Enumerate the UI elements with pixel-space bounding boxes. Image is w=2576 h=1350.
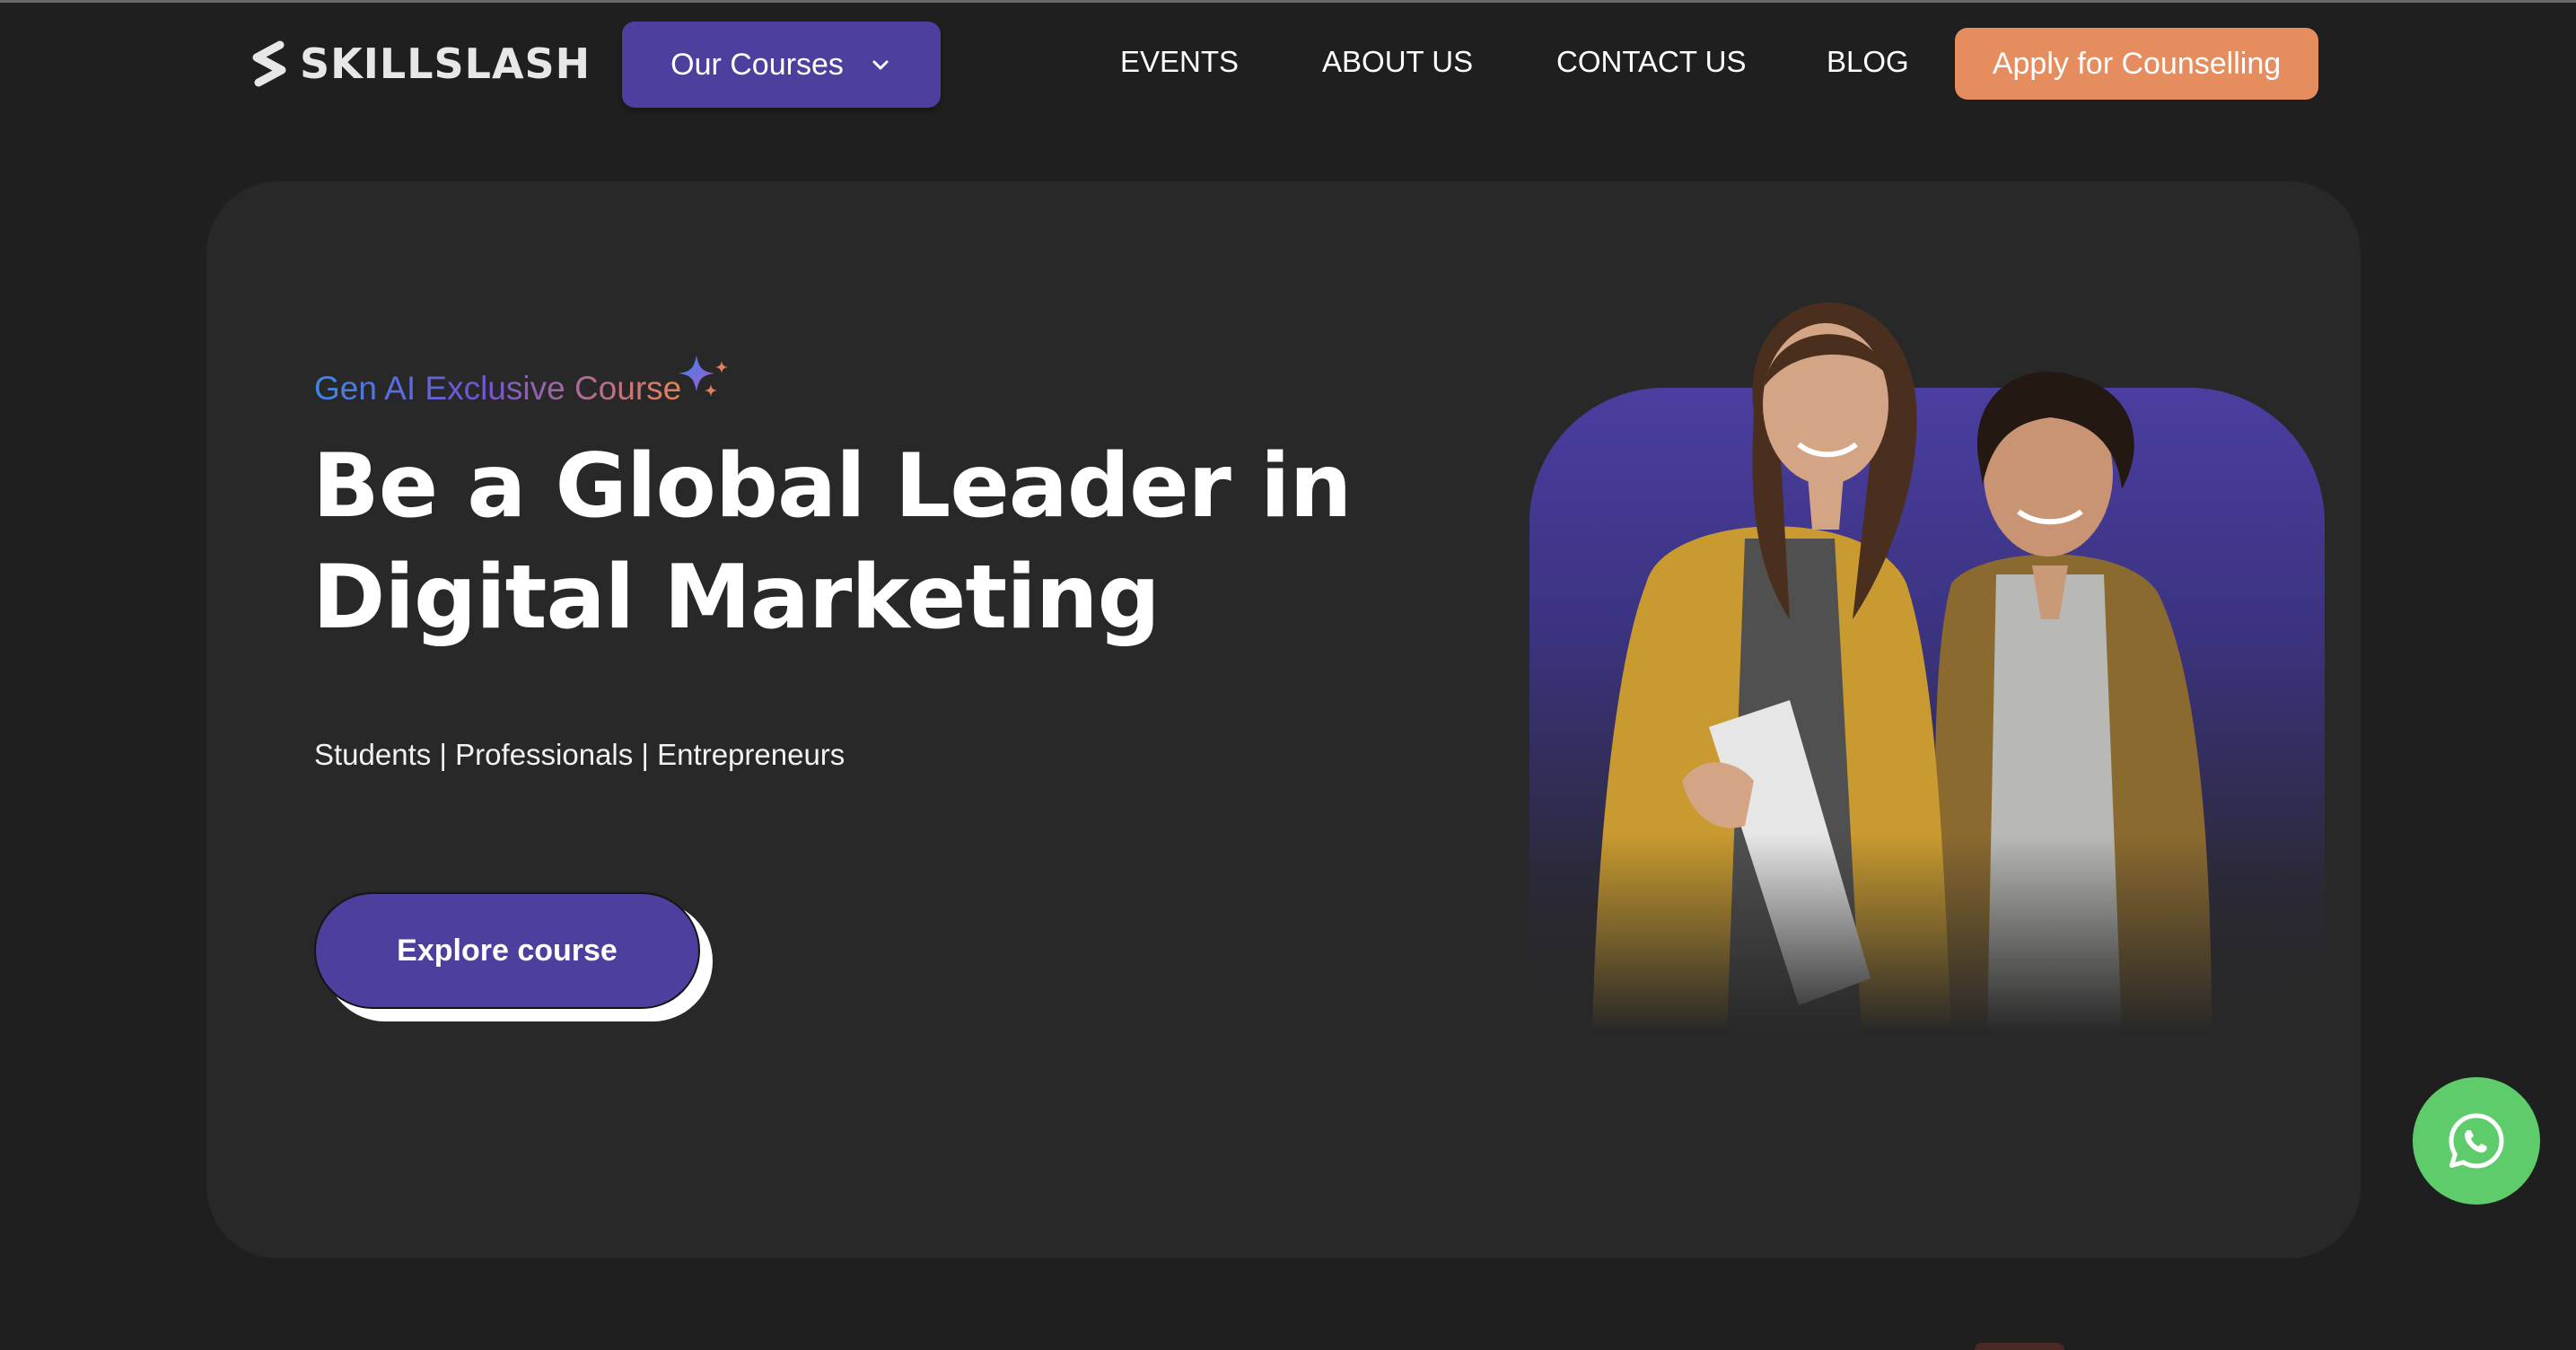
explore-course-button[interactable]: Explore course <box>314 892 700 1009</box>
whatsapp-button[interactable] <box>2413 1077 2540 1205</box>
top-border <box>0 0 2576 3</box>
skillslash-logo[interactable]: SKILLSLASH <box>244 38 591 90</box>
headline-line-1: Be a Global Leader in <box>312 435 1352 538</box>
headline-line-2: Digital Marketing <box>312 547 1161 649</box>
next-section-peek <box>1975 1343 2064 1350</box>
our-courses-label: Our Courses <box>670 47 844 82</box>
nav-blog[interactable]: BLOG <box>1827 45 1909 79</box>
sparkle-icon <box>679 355 728 397</box>
hero-tag: Gen AI Exclusive Course <box>314 370 682 407</box>
audience-text: Students | Professionals | Entrepreneurs <box>314 738 846 771</box>
nav-events[interactable]: EVENTS <box>1120 45 1239 79</box>
whatsapp-icon <box>2449 1113 2504 1169</box>
students-photo <box>1529 242 2325 1032</box>
nav-contact-us[interactable]: CONTACT US <box>1556 45 1746 79</box>
our-courses-dropdown[interactable]: Our Courses <box>622 22 941 108</box>
hero-headline: Be a Global Leader in Digital Marketing <box>312 431 1389 653</box>
logo-text: SKILLSLASH <box>300 39 591 88</box>
s-slash-logo-icon <box>252 40 286 87</box>
apply-for-counselling-button[interactable]: Apply for Counselling <box>1955 28 2318 100</box>
chevron-down-icon <box>872 60 889 70</box>
nav-about-us[interactable]: ABOUT US <box>1322 45 1473 79</box>
